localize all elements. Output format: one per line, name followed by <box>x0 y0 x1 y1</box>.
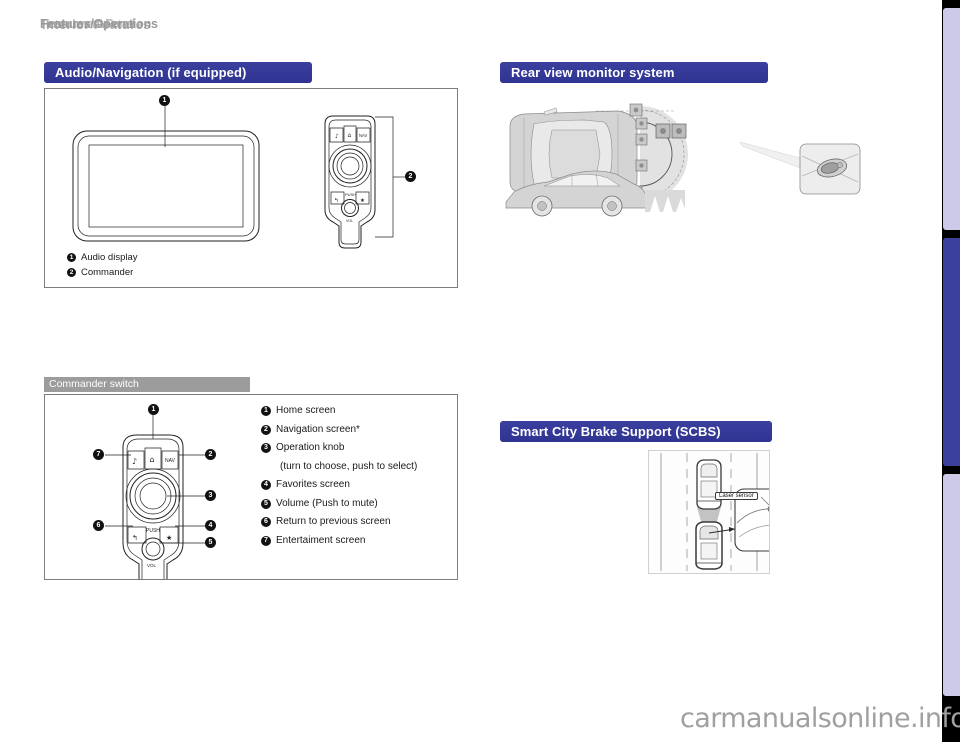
thumb-tab-strip <box>942 0 960 742</box>
svg-text:↰: ↰ <box>132 534 138 542</box>
list-item: 6 Return to previous screen <box>261 514 417 530</box>
svg-text:⌂: ⌂ <box>150 455 155 464</box>
running-head-tertiary: Instrument Panel <box>46 17 135 31</box>
section-header-commander-switch: Commander switch <box>44 377 250 392</box>
figure-commander-switch: ♪ ⌂ NAV ↰ ★ PUSH VOL 1 7 2 3 6 4 5 1 Hom… <box>44 394 458 580</box>
svg-text:↰: ↰ <box>334 197 339 204</box>
list-bullet: 6 <box>261 517 271 527</box>
legend-bullet: 1 <box>67 253 76 262</box>
svg-text:♪: ♪ <box>335 133 339 140</box>
list-bullet: 1 <box>261 406 271 416</box>
svg-text:⌂: ⌂ <box>348 132 352 139</box>
svg-text:NAV: NAV <box>165 458 176 464</box>
commander-badge-7: 7 <box>93 449 104 460</box>
list-item: 7 Entertaiment screen <box>261 533 417 549</box>
svg-text:PUSH: PUSH <box>345 192 356 197</box>
list-item: 5 Volume (Push to mute) <box>261 496 417 512</box>
list-bullet: 7 <box>261 535 271 546</box>
svg-text:★: ★ <box>360 197 365 204</box>
callout-badge-2: 2 <box>405 171 416 182</box>
section-header-audio-navigation: Audio/Navigation (if equipped) <box>44 62 312 83</box>
list-bullet: 3 <box>261 443 271 453</box>
figure-audio-navigation: ♪ ⌂ NAV ↰ ★ PUSH VOL 1 2 1 Audio display… <box>44 88 458 288</box>
legend-label: Commander <box>81 266 134 278</box>
list-item: 2 Navigation screen* <box>261 422 417 438</box>
legend-audio-navigation: 1 Audio display 2 Commander <box>67 251 138 280</box>
svg-text:PUSH: PUSH <box>146 528 160 534</box>
list-label: Navigation screen* <box>276 423 360 435</box>
list-label: Entertaiment screen <box>276 534 366 546</box>
section-header-rear-view-monitor: Rear view monitor system <box>500 62 768 83</box>
thumb-tab-1[interactable] <box>943 8 960 230</box>
svg-text:VOL: VOL <box>346 219 353 223</box>
legend-label: Audio display <box>81 252 138 263</box>
commander-badge-1: 1 <box>148 404 159 415</box>
list-item: 4 Favorites screen <box>261 477 417 493</box>
commander-badge-5: 5 <box>205 537 216 548</box>
callout-badge-1: 1 <box>159 95 170 106</box>
list-item: 1 Home screen <box>261 403 417 419</box>
figure-scbs: Laser sensor <box>648 450 770 574</box>
legend-item: 1 Audio display <box>67 251 138 265</box>
list-bullet: 4 <box>261 480 271 490</box>
legend-bullet: 2 <box>67 267 76 277</box>
watermark: carmanualsonline.info <box>680 703 960 734</box>
list-sublabel: (turn to choose, push to select) <box>280 460 418 472</box>
legend-item: 2 Commander <box>67 266 138 280</box>
list-label: Operation knob <box>276 442 345 453</box>
commander-switch-item-list: 1 Home screen 2 Navigation screen* 3 Ope… <box>261 403 417 551</box>
commander-badge-3: 3 <box>205 490 216 501</box>
list-item-sub: (turn to choose, push to select) <box>261 459 417 475</box>
list-label: Home screen <box>276 405 336 416</box>
commander-badge-4: 4 <box>205 520 216 531</box>
list-label: Favorites screen <box>276 479 350 490</box>
running-head: Features/Operations Interior Features In… <box>40 17 360 35</box>
section-header-scbs: Smart City Brake Support (SCBS) <box>500 421 772 442</box>
list-item: 3 Operation knob <box>261 440 417 456</box>
list-bullet: 5 <box>261 498 271 509</box>
list-label: Return to previous screen <box>276 516 391 527</box>
figure-rear-view-monitor <box>500 96 900 226</box>
scbs-laser-sensor-label: Laser sensor <box>715 492 758 500</box>
page-sheet: Features/Operations Interior Features In… <box>0 0 942 742</box>
rear-view-drawing <box>505 103 861 217</box>
thumb-tab-2-active[interactable] <box>943 238 960 466</box>
scbs-drawing <box>649 451 769 573</box>
svg-text:VOL: VOL <box>147 563 157 568</box>
thumb-tab-3[interactable] <box>943 474 960 696</box>
svg-text:NAV: NAV <box>359 133 368 138</box>
commander-badge-6: 6 <box>93 520 104 531</box>
svg-text:♪: ♪ <box>132 457 137 466</box>
svg-text:★: ★ <box>166 534 172 542</box>
commander-badge-2: 2 <box>205 449 216 460</box>
list-label: Volume (Push to mute) <box>276 497 378 509</box>
list-bullet: 2 <box>261 424 271 435</box>
